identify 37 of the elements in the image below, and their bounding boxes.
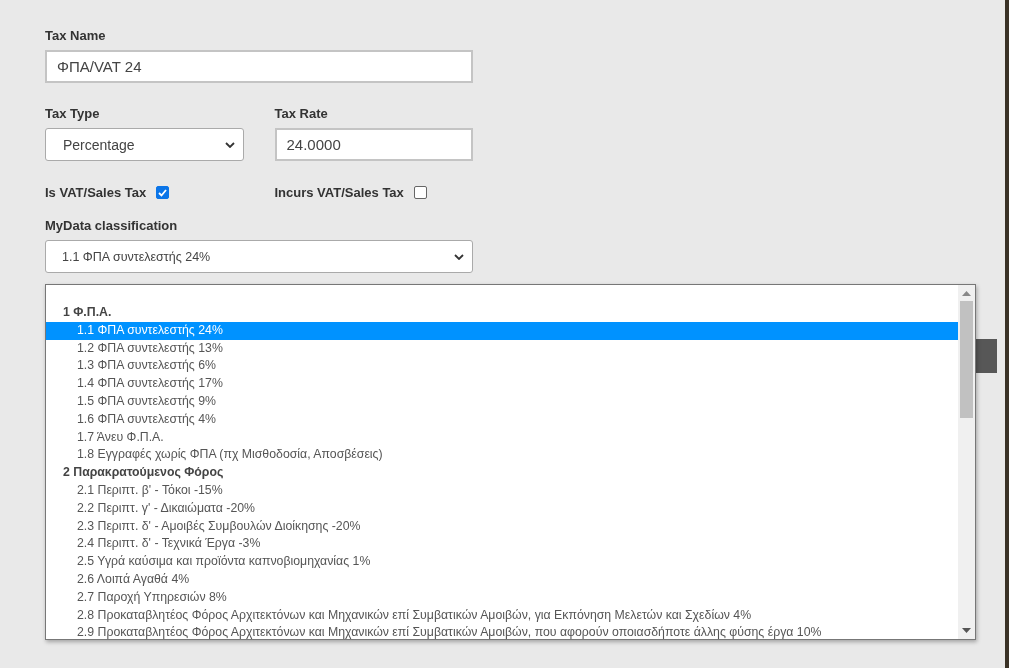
checkbox-label: Is VAT/Sales Tax: [45, 185, 147, 200]
dropdown-option[interactable]: 2.9 Προκαταβλητέος Φόρος Αρχιτεκτόνων και Μηχανικών επί Συμβατικών Αμοιβών, που αφορούν οποιασδήποτε άλλης φύσης έργα 10%: [46, 624, 958, 643]
tax-name-field[interactable]: ΦΠΑ/VAT 24: [45, 50, 473, 83]
dropdown-option[interactable]: 1.2 ΦΠΑ συντελεστής 13%: [46, 339, 958, 358]
scroll-down-icon[interactable]: [962, 628, 971, 633]
field-label: Tax Name: [45, 28, 107, 43]
dropdown-option[interactable]: 2.7 Παροχή Υπηρεσιών 8%: [46, 588, 958, 607]
dropdown-option[interactable]: 1.5 ΦΠΑ συντελεστής 9%: [46, 393, 958, 411]
field-label: Tax Rate: [274, 106, 329, 121]
field-label: MyData classification: [45, 218, 179, 233]
dropdown-option[interactable]: 2.2 Περιπτ. γ' - Δικαιώματα -20%: [46, 499, 958, 518]
chevron-down-icon: [454, 253, 464, 260]
dropdown-option[interactable]: 1.3 ΦΠΑ συντελεστής 6%: [46, 357, 958, 376]
option-group-header: 1 Φ.Π.Α.: [62, 304, 113, 321]
dropdown-option[interactable]: 2.4 Περιπτ. δ' - Τεχνικά Έργα -3%: [46, 535, 958, 554]
option-group-header: 2 Παρακρατούμενος Φόρος: [62, 464, 225, 482]
dropdown-option[interactable]: 2.6 Λοιπά Αγαθά 4%: [46, 570, 958, 589]
dropdown-option[interactable]: 2.3 Περιπτ. δ' - Αμοιβές Συμβουλών Διοίκησης -20%: [46, 517, 958, 536]
dropdown-option[interactable]: 2.5 Υγρά καύσιμα και προϊόντα καπνοβιομηχανίας 1%: [46, 553, 958, 571]
tax-rate-field[interactable]: 24.0000: [274, 128, 473, 161]
scroll-up-icon[interactable]: [962, 291, 971, 296]
dropdown-option[interactable]: 1.8 Εγγραφές χωρίς ΦΠΑ (πχ Μισθοδοσία, Αποσβέσεις): [46, 446, 958, 465]
field-label: Tax Type: [45, 106, 101, 121]
dropdown-option[interactable]: 1.6 ΦΠΑ συντελεστής 4%: [46, 410, 958, 429]
checkbox-label: Incurs VAT/Sales Tax: [274, 185, 404, 200]
scrollbar[interactable]: [958, 285, 975, 639]
checkbox[interactable]: [156, 186, 170, 199]
dropdown-option[interactable]: 1.7 Άνευ Φ.Π.Α.: [46, 428, 958, 447]
dropdown-option[interactable]: 2.8 Προκαταβλητέος Φόρος Αρχιτεκτόνων και Μηχανικών επί Συμβατικών Αμοιβών, για Εκπόνηση Μελετών και Σχεδίων 4%: [46, 606, 958, 625]
tax-type-select[interactable]: Percentage: [45, 128, 244, 161]
dropdown-option[interactable]: 1.4 ΦΠΑ συντελεστής 17%: [46, 375, 958, 393]
scrollbar-thumb[interactable]: [960, 301, 973, 418]
checkbox[interactable]: [413, 186, 427, 199]
mydata-classification-select[interactable]: 1.1 ΦΠΑ συντελεστής 24%: [45, 240, 473, 273]
chevron-down-icon: [224, 141, 235, 148]
dark-panel: [976, 339, 997, 373]
dropdown-option[interactable]: 2.1 Περιπτ. β' - Τόκοι -15%: [46, 481, 958, 500]
